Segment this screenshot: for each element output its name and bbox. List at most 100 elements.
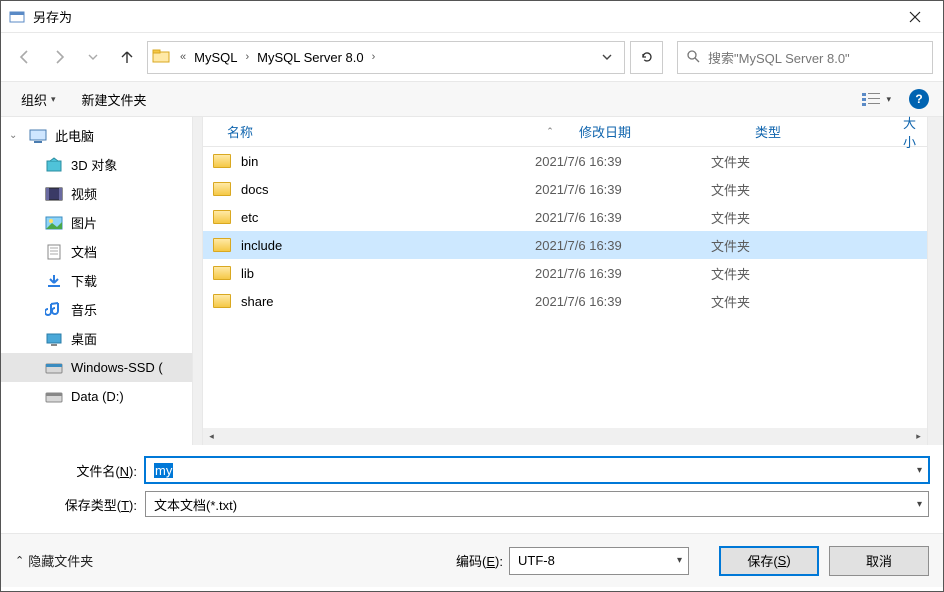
vertical-scrollbar[interactable]: [927, 117, 943, 445]
file-date: 2021/7/6 16:39: [535, 294, 711, 309]
hide-folders-toggle[interactable]: ⌃ 隐藏文件夹: [15, 551, 93, 570]
col-type[interactable]: 类型: [741, 122, 889, 141]
folder-icon: [213, 266, 231, 280]
col-size[interactable]: 大小: [889, 113, 927, 151]
main-area: ⌄ 此电脑 3D 对象视频图片文档下载音乐桌面 Windows-SSD ( Data…: [1, 117, 943, 445]
folder-icon: [213, 154, 231, 168]
search-icon: [686, 49, 700, 66]
recent-dropdown[interactable]: [79, 43, 107, 71]
file-type: 文件夹: [711, 292, 859, 311]
file-row[interactable]: etc2021/7/6 16:39文件夹: [203, 203, 927, 231]
splitter[interactable]: [193, 117, 203, 445]
file-name: lib: [241, 266, 535, 281]
tree-item[interactable]: 音乐: [1, 295, 192, 324]
col-name[interactable]: 名称: [213, 122, 535, 141]
new-folder-button[interactable]: 新建文件夹: [76, 85, 153, 113]
refresh-button[interactable]: [630, 41, 663, 74]
file-name: docs: [241, 182, 535, 197]
tree-item-icon: [45, 214, 63, 232]
tree-item[interactable]: 桌面: [1, 324, 192, 353]
file-date: 2021/7/6 16:39: [535, 154, 711, 169]
column-headers[interactable]: 名称 ⌃ 修改日期 类型 大小: [203, 117, 927, 147]
help-button[interactable]: ?: [909, 89, 929, 109]
tree-item-label: 下载: [71, 271, 97, 290]
search-input[interactable]: 搜索"MySQL Server 8.0": [677, 41, 933, 74]
folder-icon: [213, 238, 231, 252]
file-type: 文件夹: [711, 264, 859, 283]
close-button[interactable]: [895, 2, 935, 32]
file-type: 文件夹: [711, 180, 859, 199]
file-name: include: [241, 238, 535, 253]
file-row[interactable]: share2021/7/6 16:39文件夹: [203, 287, 927, 315]
filename-label: 文件名(N):: [15, 461, 145, 480]
chevron-up-icon: ⌃: [15, 554, 24, 567]
breadcrumb-item[interactable]: MySQL Server 8.0: [255, 50, 365, 65]
tree-item[interactable]: 图片: [1, 208, 192, 237]
tree-item-label: 3D 对象: [71, 155, 117, 174]
tree-item[interactable]: Windows-SSD (: [1, 353, 192, 382]
organize-button[interactable]: 组织▾: [15, 85, 62, 113]
toolbar: 组织▾ 新建文件夹 ▾ ?: [1, 81, 943, 117]
search-placeholder: 搜索"MySQL Server 8.0": [708, 48, 850, 67]
filetype-label: 保存类型(T):: [15, 495, 145, 514]
tree-item-icon: [45, 359, 63, 377]
folder-icon: [213, 182, 231, 196]
horizontal-scrollbar[interactable]: ◂ ▸: [203, 428, 927, 445]
sort-indicator-icon: ⌃: [535, 126, 565, 137]
breadcrumb-bar[interactable]: « MySQL › MySQL Server 8.0 ›: [147, 41, 625, 74]
file-row[interactable]: lib2021/7/6 16:39文件夹: [203, 259, 927, 287]
file-name: share: [241, 294, 535, 309]
chevron-down-icon[interactable]: ▾: [917, 465, 922, 476]
chevron-right-icon: ›: [239, 51, 255, 63]
breadcrumb-dropdown[interactable]: [594, 50, 620, 65]
back-button[interactable]: [11, 43, 39, 71]
file-date: 2021/7/6 16:39: [535, 238, 711, 253]
pc-icon: [29, 127, 47, 145]
tree-item-icon: [45, 388, 63, 406]
save-button[interactable]: 保存(S): [719, 546, 819, 576]
chevron-right-icon: ›: [366, 51, 382, 63]
file-type: 文件夹: [711, 236, 859, 255]
bottom-bar: ⌃ 隐藏文件夹 编码(E): UTF-8 ▾ 保存(S) 取消: [1, 533, 943, 587]
cancel-button[interactable]: 取消: [829, 546, 929, 576]
filename-input[interactable]: my ▾: [145, 457, 929, 483]
tree-root-this-pc[interactable]: ⌄ 此电脑: [1, 121, 192, 150]
expand-icon[interactable]: ⌄: [9, 130, 21, 141]
file-row[interactable]: docs2021/7/6 16:39文件夹: [203, 175, 927, 203]
breadcrumb-item[interactable]: MySQL: [192, 50, 239, 65]
nav-tree[interactable]: ⌄ 此电脑 3D 对象视频图片文档下载音乐桌面 Windows-SSD ( Data…: [1, 117, 193, 445]
window-title: 另存为: [33, 7, 895, 26]
tree-item[interactable]: 下载: [1, 266, 192, 295]
tree-item-icon: [45, 272, 63, 290]
tree-item-icon: [45, 330, 63, 348]
scroll-left-icon[interactable]: ◂: [203, 428, 220, 445]
file-row[interactable]: include2021/7/6 16:39文件夹: [203, 231, 927, 259]
encoding-label: 编码(E):: [456, 551, 503, 570]
tree-item[interactable]: 3D 对象: [1, 150, 192, 179]
chevron-down-icon[interactable]: ▾: [677, 555, 682, 566]
file-name: bin: [241, 154, 535, 169]
encoding-select[interactable]: UTF-8 ▾: [509, 547, 689, 575]
file-list: 名称 ⌃ 修改日期 类型 大小 bin2021/7/6 16:39文件夹docs…: [203, 117, 927, 445]
file-type: 文件夹: [711, 208, 859, 227]
tree-item[interactable]: Data (D:): [1, 382, 192, 411]
up-button[interactable]: [113, 43, 141, 71]
folder-icon: [152, 47, 172, 67]
tree-item[interactable]: 文档: [1, 237, 192, 266]
view-options-button[interactable]: ▾: [854, 85, 897, 113]
tree-item-label: 图片: [71, 213, 97, 232]
tree-item-label: Windows-SSD (: [71, 360, 163, 375]
tree-item-label: 桌面: [71, 329, 97, 348]
filetype-select[interactable]: 文本文档(*.txt) ▾: [145, 491, 929, 517]
view-icon: [860, 90, 882, 108]
tree-item-label: Data (D:): [71, 389, 124, 404]
file-row[interactable]: bin2021/7/6 16:39文件夹: [203, 147, 927, 175]
scroll-right-icon[interactable]: ▸: [910, 428, 927, 445]
forward-button[interactable]: [45, 43, 73, 71]
col-date[interactable]: 修改日期: [565, 122, 741, 141]
chevron-down-icon[interactable]: ▾: [917, 499, 922, 510]
tree-item[interactable]: 视频: [1, 179, 192, 208]
breadcrumb-prefix: «: [174, 51, 192, 63]
file-date: 2021/7/6 16:39: [535, 210, 711, 225]
file-name: etc: [241, 210, 535, 225]
